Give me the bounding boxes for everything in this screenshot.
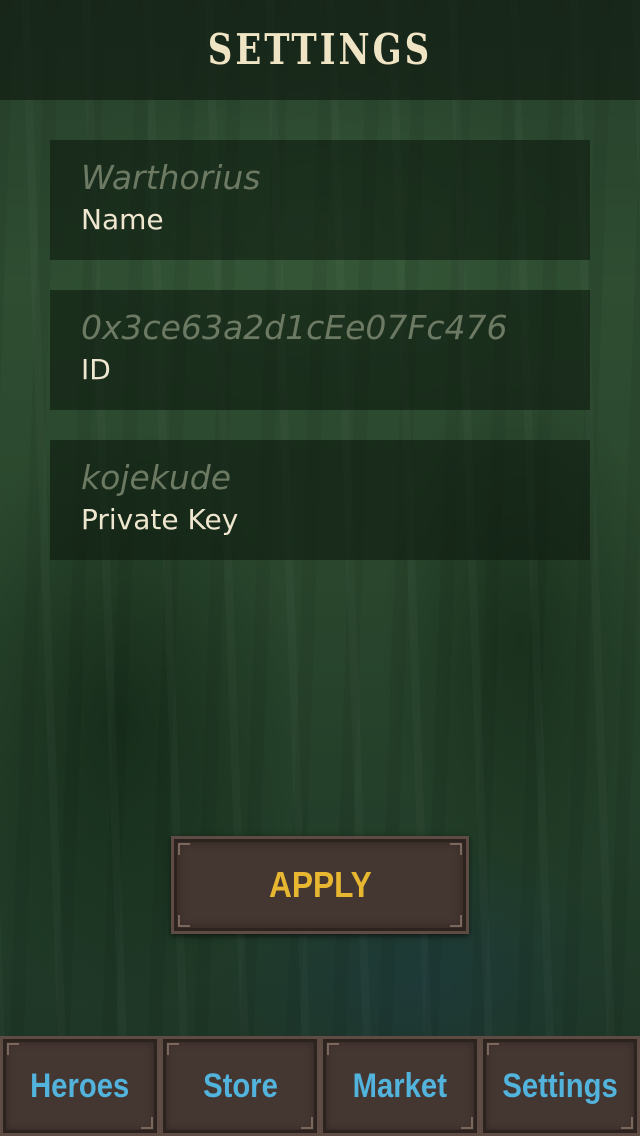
apply-button[interactable]: APPLY [171,836,469,934]
nav-tab-market[interactable]: Market [320,1036,480,1136]
tab-corner-ornament [301,1117,313,1129]
nav-tab-store[interactable]: Store [160,1036,320,1136]
nav-tab-settings[interactable]: Settings [480,1036,640,1136]
bottom-nav-bar: Heroes Store Market Settings [0,1036,640,1136]
name-field[interactable]: Warthorius Name [50,140,590,260]
nav-tab-label: Heroes [30,1066,130,1105]
nav-tab-label: Store [202,1066,278,1105]
nav-tab-label: Settings [502,1066,618,1105]
private-key-label: Private Key [81,503,239,536]
tab-corner-ornament [621,1117,633,1129]
settings-screen: Settings Warthorius Name 0x3ce63a2d1cEe0… [0,0,640,1136]
button-corner-ornament [178,843,190,855]
tab-corner-ornament [167,1043,179,1055]
tab-corner-ornament [487,1043,499,1055]
id-label: ID [81,353,111,386]
tab-corner-ornament [461,1117,473,1129]
name-value[interactable]: Warthorius [81,156,590,200]
nav-tab-label: Market [352,1066,448,1105]
private-key-value[interactable]: kojekude [81,456,590,500]
header-bar: Settings [0,0,640,100]
name-label: Name [81,203,164,236]
nav-tab-heroes[interactable]: Heroes [0,1036,160,1136]
button-corner-ornament [450,915,462,927]
button-corner-ornament [450,843,462,855]
tab-corner-ornament [327,1043,339,1055]
tab-corner-ornament [141,1117,153,1129]
tab-corner-ornament [7,1043,19,1055]
private-key-field[interactable]: kojekude Private Key [50,440,590,560]
id-value[interactable]: 0x3ce63a2d1cEe07Fc476 [81,306,590,350]
apply-button-label: APPLY [268,864,372,905]
button-corner-ornament [178,915,190,927]
id-field[interactable]: 0x3ce63a2d1cEe07Fc476 ID [50,290,590,410]
page-title: Settings [207,25,433,75]
